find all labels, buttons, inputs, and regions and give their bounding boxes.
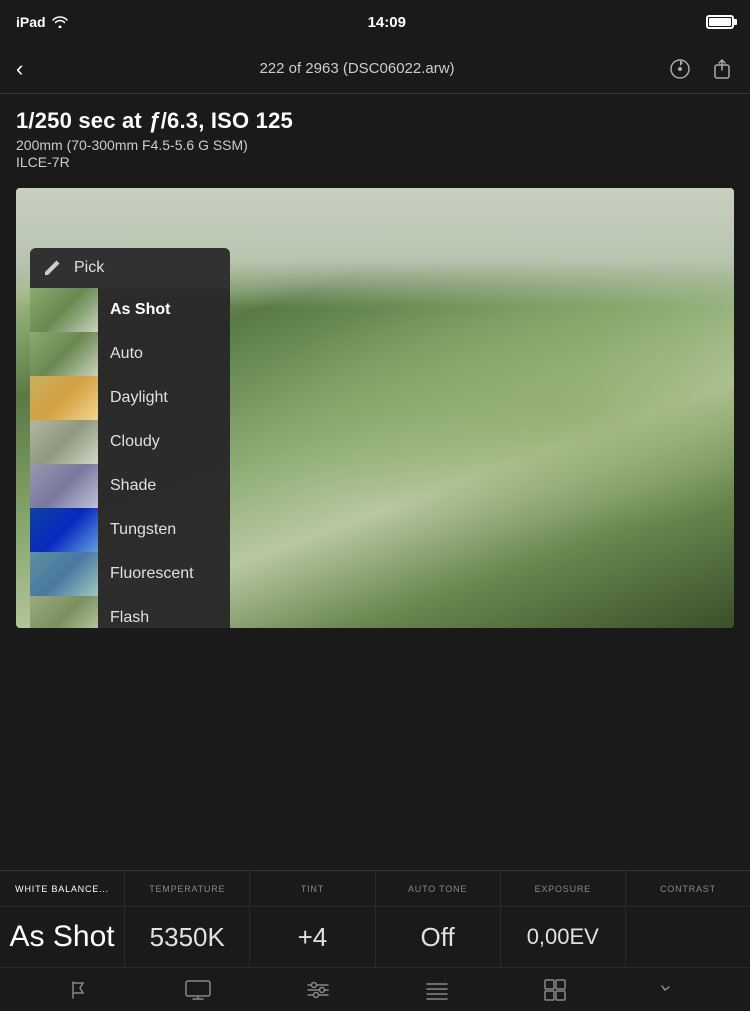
wb-item-flash[interactable]: Flash	[30, 596, 230, 628]
list-icon[interactable]	[425, 980, 449, 1000]
wb-thumb-daylight	[30, 376, 98, 420]
compare-icon[interactable]	[185, 980, 211, 1000]
bottom-icons	[0, 967, 750, 1011]
lens-info: 200mm (70-300mm F4.5-5.6 G SSM)	[16, 137, 734, 153]
wifi-icon	[52, 16, 68, 28]
photo-area: Pick As Shot Auto Daylight Cloudy Shade	[16, 188, 734, 628]
panel-label-temperature[interactable]: TEMPERATURE	[125, 871, 250, 906]
wb-item-daylight[interactable]: Daylight	[30, 376, 230, 420]
back-button[interactable]: ‹	[16, 56, 46, 82]
panel-value-auto-tone[interactable]: Off	[376, 907, 501, 967]
panel-values: As Shot 5350K +4 Off 0,00EV	[0, 907, 750, 967]
wb-item-fluorescent[interactable]: Fluorescent	[30, 552, 230, 596]
panel-value-contrast[interactable]	[626, 907, 750, 967]
wb-dropdown: Pick As Shot Auto Daylight Cloudy Shade	[30, 248, 230, 628]
wb-header: Pick	[30, 248, 230, 288]
wb-daylight-label: Daylight	[98, 389, 230, 407]
status-right	[706, 15, 734, 29]
pencil-icon	[42, 258, 62, 278]
wb-item-as-shot[interactable]: As Shot	[30, 288, 230, 332]
undo-icon[interactable]	[661, 979, 683, 1001]
wb-tungsten-label: Tungsten	[98, 521, 230, 539]
wb-cloudy-label: Cloudy	[98, 433, 230, 451]
status-left: iPad	[16, 14, 68, 30]
wb-as-shot-label: As Shot	[98, 301, 230, 319]
panel-value-exposure[interactable]: 0,00EV	[501, 907, 626, 967]
wb-item-auto[interactable]: Auto	[30, 332, 230, 376]
flag-icon[interactable]	[68, 979, 90, 1001]
wb-item-cloudy[interactable]: Cloudy	[30, 420, 230, 464]
wb-flash-label: Flash	[98, 609, 230, 627]
wb-thumb-as-shot	[30, 288, 98, 332]
status-bar: iPad 14:09	[0, 0, 750, 44]
wb-pick-label[interactable]: Pick	[74, 259, 104, 277]
device-label: iPad	[16, 14, 46, 30]
panel-label-contrast[interactable]: CONTRAST	[626, 871, 750, 906]
wb-shade-label: Shade	[98, 477, 230, 495]
panel-value-tint[interactable]: +4	[250, 907, 375, 967]
nav-bar: ‹ 222 of 2963 (DSC06022.arw)	[0, 44, 750, 94]
wb-auto-label: Auto	[98, 345, 230, 363]
panel-label-tint[interactable]: TINT	[250, 871, 375, 906]
bottom-bar: WHITE BALANCE... TEMPERATURE TINT AUTO T…	[0, 870, 750, 1000]
battery-icon	[706, 15, 734, 29]
photo-info: 1/250 sec at ƒ/6.3, ISO 125 200mm (70-30…	[0, 94, 750, 178]
wb-thumb-cloudy	[30, 420, 98, 464]
share-icon[interactable]	[710, 57, 734, 81]
panel-labels: WHITE BALANCE... TEMPERATURE TINT AUTO T…	[0, 871, 750, 907]
panel-value-temperature[interactable]: 5350K	[125, 907, 250, 967]
wb-thumb-fluorescent	[30, 552, 98, 596]
wb-thumb-tungsten	[30, 508, 98, 552]
wb-item-shade[interactable]: Shade	[30, 464, 230, 508]
panel-label-white-balance[interactable]: WHITE BALANCE...	[0, 871, 125, 906]
camera-info: ILCE-7R	[16, 154, 734, 170]
wb-fluorescent-label: Fluorescent	[98, 565, 230, 583]
sync-icon[interactable]	[668, 57, 692, 81]
nav-title: 222 of 2963 (DSC06022.arw)	[259, 60, 454, 77]
wb-thumb-shade	[30, 464, 98, 508]
panel-label-auto-tone[interactable]: AUTO TONE	[376, 871, 501, 906]
wb-thumb-auto	[30, 332, 98, 376]
grid-icon[interactable]	[544, 979, 566, 1001]
panel-value-white-balance[interactable]: As Shot	[0, 907, 125, 967]
nav-right-icons	[668, 57, 734, 81]
wb-item-tungsten[interactable]: Tungsten	[30, 508, 230, 552]
wb-thumb-flash	[30, 596, 98, 628]
shutter-info: 1/250 sec at ƒ/6.3, ISO 125	[16, 108, 734, 134]
panel-label-exposure[interactable]: EXPOSURE	[501, 871, 626, 906]
sliders-icon[interactable]	[306, 980, 330, 1000]
status-time: 14:09	[368, 14, 406, 31]
